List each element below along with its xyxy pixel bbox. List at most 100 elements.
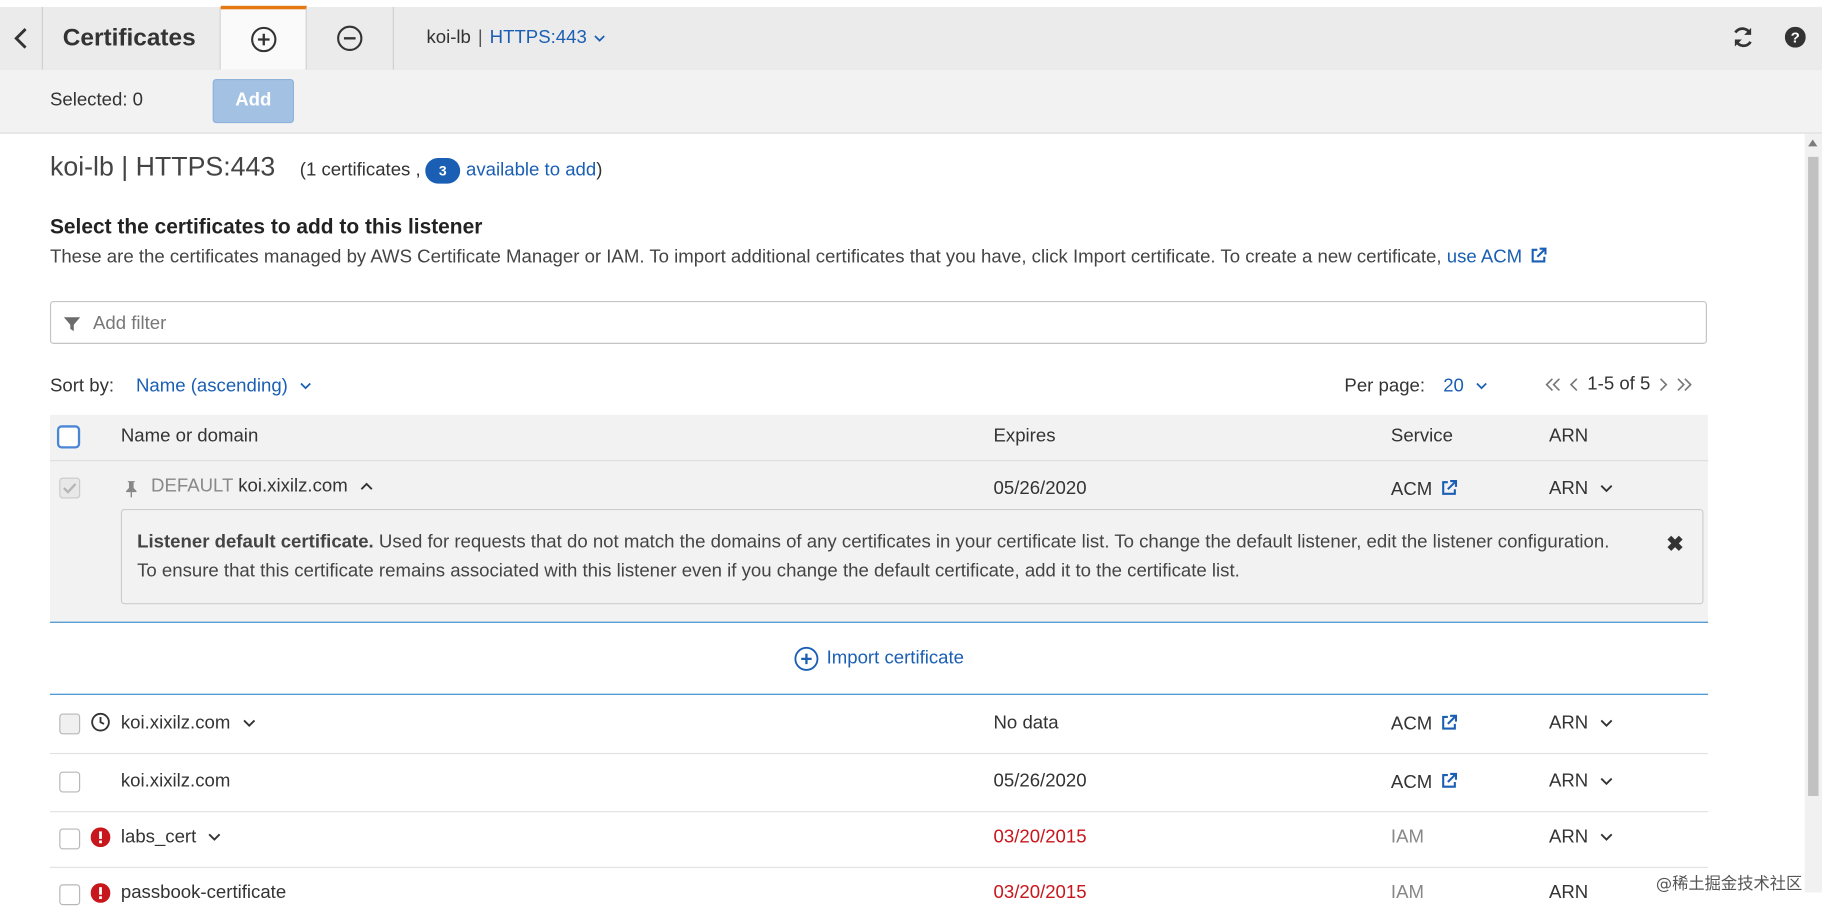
default-certificate-info: Listener default certificate. Used for r… xyxy=(120,508,1704,605)
cert-service: ACM xyxy=(1390,714,1433,735)
default-service: ACM xyxy=(1390,479,1433,500)
listener-protocol: HTTPS:443 xyxy=(489,27,587,48)
row-name: labs_cert xyxy=(121,827,221,848)
external-link-icon xyxy=(1441,714,1457,730)
row-checkbox[interactable] xyxy=(59,884,81,906)
table-row[interactable]: labs_cert 03/20/2015 IAM ARN xyxy=(49,812,1709,869)
default-row-checkbox xyxy=(59,477,81,499)
listener-separator: | xyxy=(477,27,483,48)
default-prefix: DEFAULT xyxy=(151,476,234,497)
filter-box xyxy=(49,300,1707,346)
sort-value: Name (ascending) xyxy=(135,376,288,397)
row-checkbox[interactable] xyxy=(59,771,81,793)
table-row[interactable]: koi.xixilz.com No data ACM ARN xyxy=(49,695,1709,755)
column-arn[interactable]: ARN xyxy=(1549,426,1588,447)
default-expires: 05/26/2020 xyxy=(993,478,1087,499)
error-icon xyxy=(90,827,111,848)
help-icon[interactable]: ? xyxy=(1781,23,1809,51)
tab-remove-certificates[interactable] xyxy=(307,6,394,70)
action-bar: Selected: 0 Add xyxy=(0,69,1822,134)
scrollbar-thumb[interactable] xyxy=(1808,156,1819,796)
next-page-icon[interactable] xyxy=(1658,378,1668,392)
filter-icon xyxy=(63,317,81,332)
per-page-value: 20 xyxy=(1443,376,1464,397)
clock-icon xyxy=(91,712,110,732)
use-acm-link[interactable]: use ACM xyxy=(1446,247,1548,268)
import-certificate-link[interactable]: Import certificate xyxy=(827,648,964,669)
arn-toggle[interactable]: ARN xyxy=(1549,772,1613,793)
previous-page-icon[interactable] xyxy=(1569,378,1579,392)
select-all-checkbox[interactable] xyxy=(56,425,81,449)
tab-add-certificates[interactable] xyxy=(220,5,307,70)
close-icon[interactable]: ✖ xyxy=(1666,530,1684,559)
certificate-summary: (1 certificates , 3 available to add ) xyxy=(300,158,603,184)
default-service-link[interactable]: ACM xyxy=(1391,479,1458,501)
column-expires[interactable]: Expires xyxy=(994,426,1056,447)
external-link-icon xyxy=(1441,772,1457,788)
cert-expires: No data xyxy=(993,713,1059,734)
per-page-label: Per page: xyxy=(1344,376,1426,397)
pagination: 1-5 of 5 xyxy=(1545,374,1693,395)
selected-count: Selected: 0 xyxy=(49,90,143,111)
filter-input[interactable] xyxy=(90,302,1699,346)
chevron-down-icon xyxy=(300,382,312,390)
chevron-down-icon xyxy=(594,34,605,42)
sort-dropdown[interactable]: Name (ascending) xyxy=(136,376,312,397)
default-arn: ARN xyxy=(1548,478,1589,499)
chevron-up-icon[interactable] xyxy=(360,482,373,490)
section-title: Select the certificates to add to this l… xyxy=(49,214,483,239)
per-page-dropdown[interactable]: 20 xyxy=(1443,376,1488,397)
cert-arn: ARN xyxy=(1548,827,1589,848)
available-to-add-link[interactable]: available to add xyxy=(466,160,596,181)
listener-name: koi-lb xyxy=(426,27,471,48)
app-root: Certificates koi-lb | HTTPS:443 ? Select… xyxy=(0,0,1822,906)
listener-selector[interactable]: koi-lb | HTTPS:443 xyxy=(426,7,605,70)
scroll-up-arrow-icon[interactable] xyxy=(1808,139,1818,147)
column-service[interactable]: Service xyxy=(1391,426,1453,447)
table-row[interactable]: koi.xixilz.com 05/26/2020 ACM ARN xyxy=(49,754,1709,813)
cert-name: passbook-certificate xyxy=(120,883,287,903)
cert-name: labs_cert xyxy=(120,827,197,848)
cert-expires: 03/20/2015 xyxy=(993,883,1087,903)
import-certificate-row: Import certificate xyxy=(49,623,1709,695)
cert-expires: 05/26/2020 xyxy=(993,771,1087,792)
arn-toggle[interactable]: ARN xyxy=(1549,713,1613,734)
default-arn-toggle[interactable]: ARN xyxy=(1549,479,1613,500)
sort-label: Sort by: xyxy=(49,376,115,397)
plus-circle-icon xyxy=(794,646,819,671)
svg-text:?: ? xyxy=(1791,29,1800,46)
checkmark-icon xyxy=(63,483,77,494)
available-count-badge: 3 xyxy=(425,158,461,184)
default-label: DEFAULT koi.xixilz.com xyxy=(151,476,373,497)
cert-expires: 03/20/2015 xyxy=(993,827,1087,848)
back-button[interactable] xyxy=(0,6,43,70)
row-checkbox[interactable] xyxy=(59,828,81,850)
chevron-down-icon xyxy=(1600,485,1613,493)
cert-arn: ARN xyxy=(1548,771,1589,792)
cert-arn: ARN xyxy=(1548,713,1589,734)
table-row[interactable]: passbook-certificate 03/20/2015 IAM ARN xyxy=(50,868,1708,923)
last-page-icon[interactable] xyxy=(1676,378,1693,392)
chevron-down-icon xyxy=(1600,777,1613,786)
refresh-icon[interactable] xyxy=(1729,23,1757,51)
first-page-icon[interactable] xyxy=(1545,378,1561,392)
service-link[interactable]: ACM xyxy=(1391,713,1458,735)
external-link-icon xyxy=(1531,247,1547,263)
chevron-down-icon[interactable] xyxy=(242,719,255,727)
chevron-down-icon[interactable] xyxy=(208,833,221,841)
summary-close-paren: ) xyxy=(596,160,603,181)
add-button[interactable]: Add xyxy=(212,79,294,124)
service-link[interactable]: ACM xyxy=(1391,772,1458,794)
arn-toggle[interactable]: ARN xyxy=(1549,827,1613,848)
plus-circle-icon xyxy=(250,26,276,53)
cert-service: IAM xyxy=(1390,883,1424,903)
scrollbar[interactable] xyxy=(1804,133,1822,893)
use-acm-label: use ACM xyxy=(1446,247,1523,268)
table-header: Name or domain Expires Service ARN xyxy=(49,414,1709,462)
default-cert-name: koi.xixilz.com xyxy=(238,476,348,497)
column-name[interactable]: Name or domain xyxy=(121,426,258,447)
default-certificate-row: DEFAULT koi.xixilz.com 05/26/2020 ACM AR… xyxy=(49,461,1709,623)
row-checkbox[interactable] xyxy=(59,713,81,735)
info-title: Listener default certificate. xyxy=(137,532,374,552)
cert-arn: ARN xyxy=(1548,883,1589,903)
